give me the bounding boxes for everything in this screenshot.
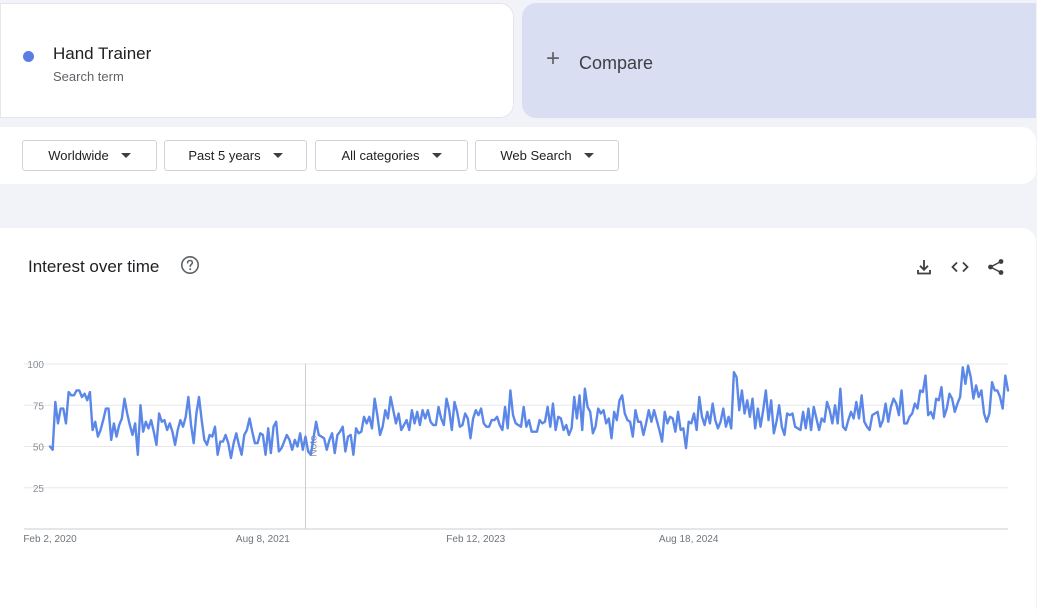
interest-line-chart: 100755025NoteFeb 2, 2020 Aug 8, 2021 Feb 1…: [23, 360, 1010, 545]
time-range-filter-dropdown[interactable]: Past 5 years: [164, 140, 307, 171]
y-tick-label: 25: [33, 484, 45, 495]
x-tick-label: Aug 8, 2021: [236, 534, 290, 545]
search-term-subtitle: Search term: [53, 69, 124, 84]
series-line: [48, 364, 1010, 460]
search-term-name[interactable]: Hand Trainer: [53, 44, 151, 64]
x-tick-label: Aug 18, 2024: [659, 534, 719, 545]
caret-down-icon: [583, 153, 594, 158]
x-tick-label: Feb 2, 2020: [23, 534, 77, 545]
x-tick-label: Feb 12, 2023: [446, 534, 505, 545]
series-color-dot: [23, 51, 34, 62]
search-term-card[interactable]: Hand Trainer Search term: [0, 3, 514, 118]
compare-button[interactable]: + Compare: [522, 3, 1036, 118]
search-type-filter-dropdown[interactable]: Web Search: [475, 140, 619, 171]
caret-down-icon: [272, 153, 283, 158]
filter-bar: Worldwide Past 5 years All categories We…: [0, 127, 1036, 184]
y-tick-label: 50: [33, 443, 45, 454]
interest-over-time-panel: Interest over time 100 75 50 25 Note Feb 2, 2…: [0, 228, 1036, 609]
category-filter-label: All categories: [341, 148, 420, 163]
region-filter-label: Worldwide: [48, 148, 109, 163]
compare-label: Compare: [579, 53, 654, 73]
time-range-filter-label: Past 5 years: [188, 148, 261, 163]
region-filter-dropdown[interactable]: Worldwide: [22, 140, 157, 171]
category-filter-dropdown[interactable]: All categories: [315, 140, 468, 171]
caret-down-icon: [431, 153, 442, 158]
y-tick-label: 100: [27, 360, 44, 371]
search-type-filter-label: Web Search: [500, 148, 572, 163]
y-tick-label: 75: [33, 401, 45, 412]
plus-icon: +: [546, 45, 561, 72]
caret-down-icon: [120, 153, 131, 158]
